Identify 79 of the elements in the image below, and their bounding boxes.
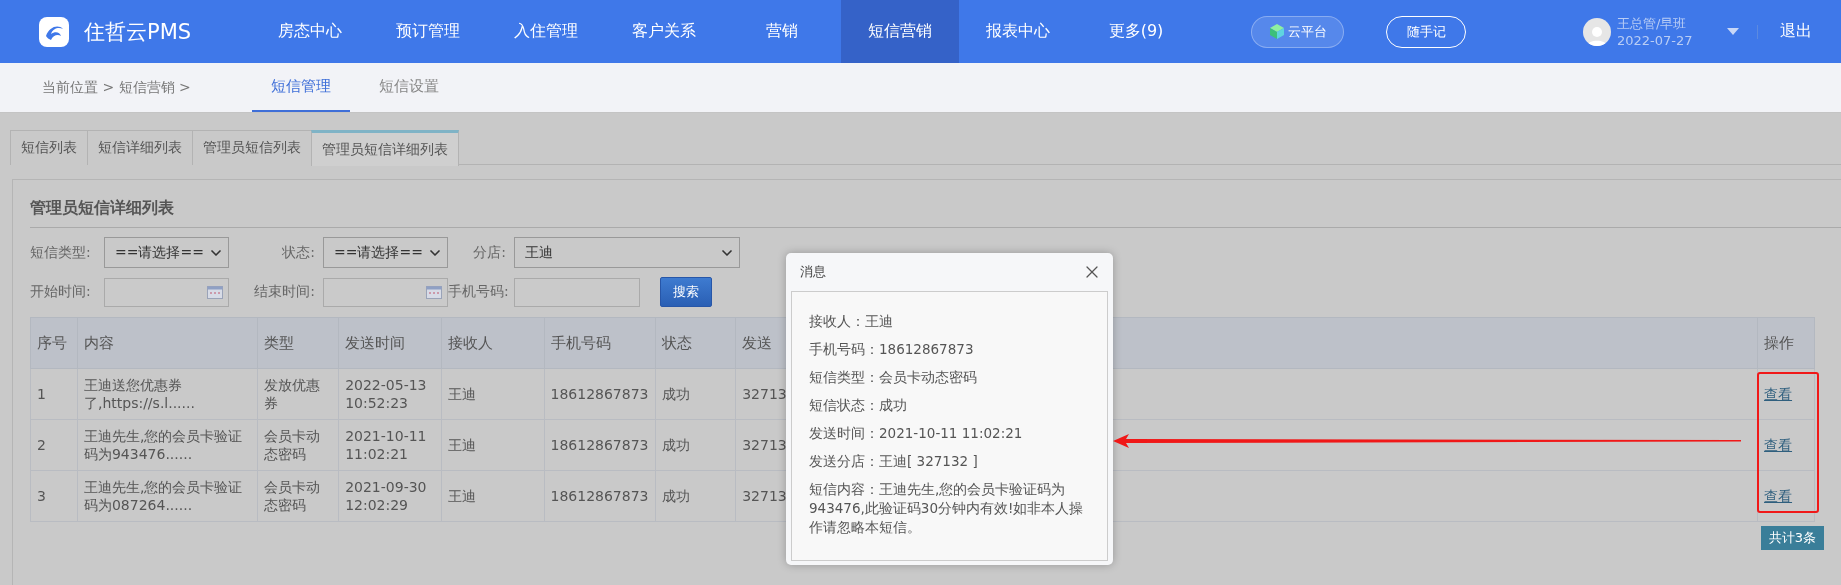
calendar-icon [426,285,442,299]
view-link[interactable]: 查看 [1764,488,1793,504]
search-button[interactable]: 搜索 [660,277,712,307]
nav-tab[interactable]: 短信营销 [841,0,959,63]
nav-tab[interactable]: 入住管理 [487,0,605,63]
nav-tab[interactable]: 预订管理 [369,0,487,63]
app-logo-text: 住哲云PMS [84,18,192,46]
column-header: 手机号码 [544,317,655,369]
view-link[interactable]: 查看 [1764,437,1793,453]
table-cell: 成功 [655,419,736,471]
user-date: 2022-07-27 [1617,31,1694,49]
table-cell: 18612867873 [544,419,655,471]
detail-line: 发送分店：王迪[ 327132 ] [809,452,979,471]
detail-line: 发送时间：2021-10-11 11:02:21 [809,424,1024,443]
column-header: 类型 [257,317,339,369]
filter-label: 短信类型: [30,243,92,262]
filter-label: 开始时间: [30,283,92,301]
nav-tab[interactable]: 报表中心 [959,0,1077,63]
table-cell: 王迪 [441,419,544,471]
dialog-title: 消息 [800,263,826,281]
list-tab[interactable]: 短信列表 [10,130,88,165]
table-cell: 2022-05-13 10:52:23 [338,368,442,420]
filter-label: 结束时间: [253,283,316,301]
table-cell: 成功 [655,470,736,522]
filter-label: 手机号码: [448,283,510,301]
caret-icon[interactable] [1727,28,1739,35]
dropdown[interactable]: ==请选择== [323,237,448,268]
table-cell: 王迪先生,您的会员卡验证码为943476...... [77,419,258,471]
filter-label: 状态: [281,243,316,262]
dropdown[interactable]: 王迪 [514,237,740,268]
table-cell: 会员卡动态密码 [257,419,339,471]
table-cell: 18612867873 [544,470,655,522]
table-cell: 会员卡动态密码 [257,470,339,522]
total-count: 共计3条 [1760,526,1824,550]
list-tab[interactable]: 管理员短信详细列表 [311,130,459,166]
table-cell: 发放优惠券 [257,368,339,420]
detail-line: 短信类型：会员卡动态密码 [809,368,978,387]
user-name: 王总管/早班 [1617,14,1688,32]
sub-tab[interactable]: 短信管理 [252,63,350,112]
column-header: 发送时间 [338,317,442,369]
list-tab[interactable]: 短信详细列表 [87,130,193,165]
table-cell: 王迪送您优惠券了,https://s.l...... [77,368,258,420]
column-header: 内容 [77,317,258,369]
column-header: 状态 [655,317,736,369]
cloud-platform-button[interactable]: 云平台 [1251,15,1344,48]
table-cell: 2021-10-11 11:02:21 [338,419,442,471]
logout-link[interactable]: 退出 [1780,21,1812,42]
panel-title: 管理员短信详细列表 [30,198,1841,228]
avatar-icon [1583,17,1611,46]
date-field[interactable] [323,277,448,307]
list-tab[interactable]: 管理员短信列表 [192,130,312,165]
column-header: 操作 [1757,317,1815,369]
nav-tab[interactable]: 更多(9) [1077,0,1195,63]
table-cell: 王迪 [441,368,544,420]
detail-line: 手机号码：18612867873 [809,340,975,359]
calendar-icon [207,285,223,299]
table-cell: 王迪 [441,470,544,522]
date-field[interactable] [104,277,229,307]
table-cell: 2021-09-30 12:02:29 [338,470,442,522]
breadcrumb: 当前位置 > 短信营销 > [41,77,192,97]
sub-tab[interactable]: 短信设置 [360,63,458,112]
logo-icon [38,15,70,48]
phone-input[interactable] [514,277,640,307]
column-header: 接收人 [441,317,544,369]
table-cell: 王迪先生,您的会员卡验证码为087264...... [77,470,258,522]
view-link[interactable]: 查看 [1764,386,1793,402]
cube-icon [1268,23,1285,40]
table-cell: 1 [30,368,78,420]
filter-label: 分店: [472,243,507,262]
table-cell: 18612867873 [544,368,655,420]
nav-tab[interactable]: 房态中心 [251,0,369,63]
nav-tab[interactable]: 营销 [723,0,841,63]
table-cell: 2 [30,419,78,471]
table-cell: 3 [30,470,78,522]
column-header: 序号 [30,317,78,369]
detail-line: 短信状态：成功 [809,396,908,415]
table-cell: 成功 [655,368,736,420]
dropdown[interactable]: ==请选择== [104,237,229,268]
nav-tab[interactable]: 客户关系 [605,0,723,63]
